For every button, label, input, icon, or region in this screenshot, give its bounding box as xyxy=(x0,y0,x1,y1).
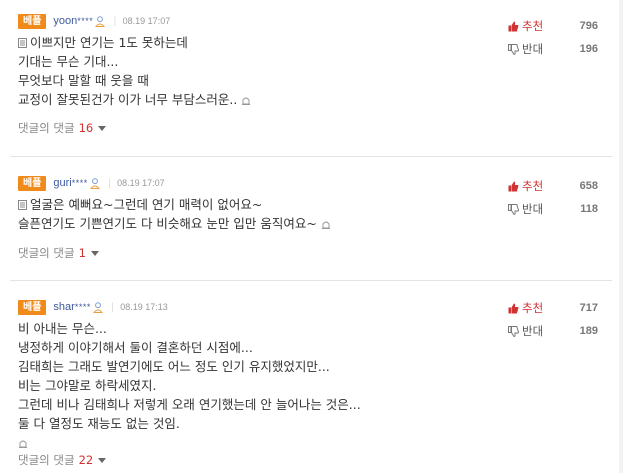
vote-box: 추천 658 반대 118 xyxy=(508,177,598,218)
nickname-link[interactable]: shar**** xyxy=(53,301,90,313)
downvote-count: 189 xyxy=(579,325,598,337)
best-comments: 베플 yoon**** | 08.19 17:07 이쁘지만 연기는 1도 못하… xyxy=(0,0,623,473)
report-icon[interactable] xyxy=(241,95,251,105)
divider xyxy=(10,280,612,281)
upvote-count: 658 xyxy=(579,180,598,192)
thumbs-down-icon xyxy=(508,43,519,55)
thumbs-down-icon xyxy=(508,203,519,215)
nickname-link[interactable]: yoon**** xyxy=(53,15,93,27)
user-profile-icon[interactable] xyxy=(95,15,106,27)
downvote-button[interactable]: 반대 118 xyxy=(508,200,598,218)
upvote-count: 717 xyxy=(579,302,598,314)
vote-box: 추천 717 반대 189 xyxy=(508,299,598,340)
downvote-button[interactable]: 반대 189 xyxy=(508,322,598,340)
best-badge: 베플 xyxy=(18,299,47,315)
separator: | xyxy=(107,177,112,189)
comment-date: 08.19 17:13 xyxy=(120,302,168,312)
replies-toggle[interactable]: 댓글의 댓글 22 xyxy=(18,452,600,468)
downvote-count: 196 xyxy=(579,43,598,55)
comment-date: 08.19 17:07 xyxy=(117,178,165,188)
divider xyxy=(10,156,612,157)
upvote-count: 796 xyxy=(579,20,598,32)
upvote-button[interactable]: 추천 658 xyxy=(508,177,598,195)
nickname-link[interactable]: guri**** xyxy=(53,177,87,189)
report-icon[interactable] xyxy=(321,219,331,229)
chevron-down-icon xyxy=(98,125,107,131)
report-icon[interactable] xyxy=(18,438,28,448)
downvote-count: 118 xyxy=(580,203,598,215)
thumbs-up-icon xyxy=(508,21,519,31)
document-icon xyxy=(18,38,27,48)
separator: | xyxy=(113,15,117,27)
upvote-button[interactable]: 추천 717 xyxy=(508,299,598,317)
best-badge: 베플 xyxy=(18,13,47,29)
separator: | xyxy=(110,301,115,313)
chevron-down-icon xyxy=(98,457,107,463)
replies-toggle[interactable]: 댓글의 댓글 16 xyxy=(18,120,600,136)
chevron-down-icon xyxy=(90,250,99,256)
user-profile-icon[interactable] xyxy=(92,301,103,313)
comment-date: 08.19 17:07 xyxy=(122,16,171,26)
user-profile-icon[interactable] xyxy=(89,177,100,189)
replies-toggle[interactable]: 댓글의 댓글 1 xyxy=(18,245,600,261)
thumbs-up-icon xyxy=(508,181,519,191)
thumbs-up-icon xyxy=(508,303,519,313)
thumbs-down-icon xyxy=(508,325,519,337)
best-badge: 베플 xyxy=(18,175,47,191)
downvote-button[interactable]: 반대 196 xyxy=(508,40,598,58)
vote-box: 추천 796 반대 196 xyxy=(508,17,598,58)
document-icon xyxy=(18,200,27,210)
upvote-button[interactable]: 추천 796 xyxy=(508,17,598,35)
